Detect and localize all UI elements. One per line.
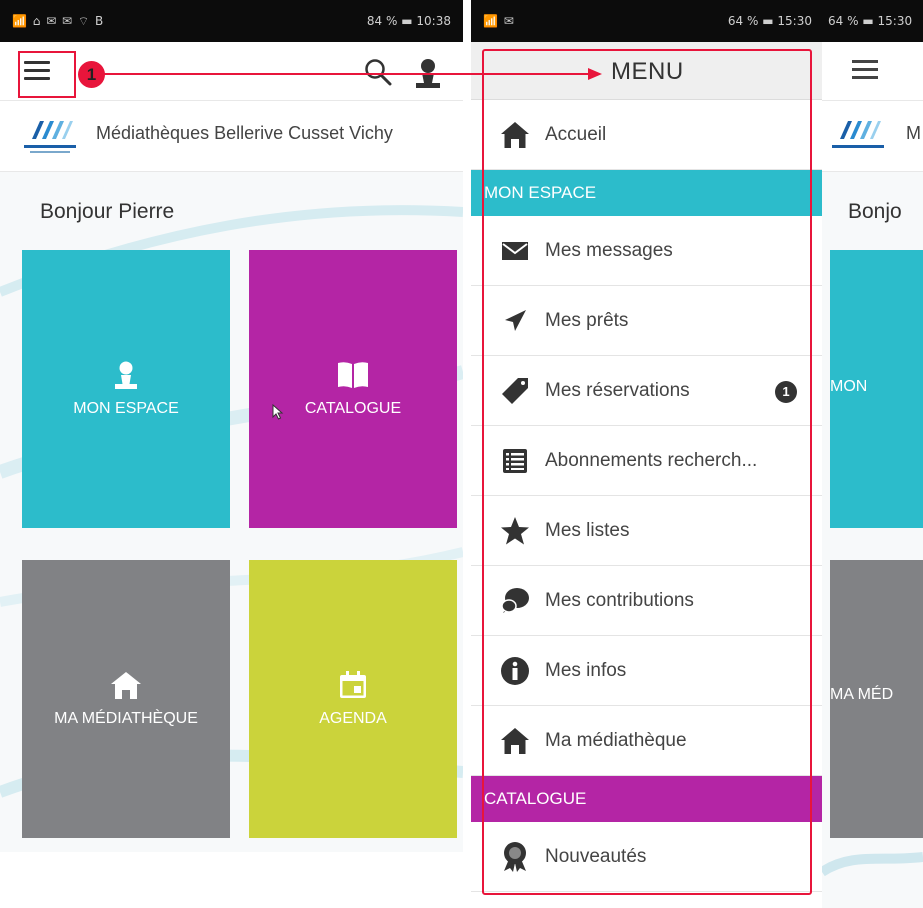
home-icon bbox=[111, 672, 141, 699]
status-icons: 📶 ⌂ ✉ ✉ ⌔ B bbox=[12, 13, 105, 28]
status-battery-time: 64 % ▬ 15:30 bbox=[728, 14, 812, 28]
brand-bar: M bbox=[822, 100, 923, 172]
home-screen: 📶 ⌂ ✉ ✉ ⌔ B 84 % ▬ 10:38 1 Médiathèques … bbox=[0, 0, 463, 852]
tile-label: MA MÉD bbox=[830, 686, 894, 703]
menu-item-contributions[interactable]: Mes contributions bbox=[471, 566, 824, 636]
battery-icon: ▬ bbox=[762, 14, 774, 28]
tile-label: MA MÉDIATHÈQUE bbox=[54, 710, 198, 727]
info-icon bbox=[499, 655, 531, 687]
status-bar: 📶 ⌂ ✉ ✉ ⌔ B 84 % ▬ 10:38 bbox=[0, 0, 463, 42]
menu-screen: 📶 ✉ 64 % ▬ 15:30 MENU Accueil MON ESPACE… bbox=[471, 0, 824, 908]
menu-item-abonnements[interactable]: Abonnements recherch... bbox=[471, 426, 824, 496]
envelope-icon bbox=[499, 235, 531, 267]
menu-list: Accueil MON ESPACE Mes messages Mes prêt… bbox=[471, 100, 824, 892]
calendar-icon bbox=[340, 671, 366, 698]
callout-badge: 1 bbox=[78, 61, 105, 88]
book-icon bbox=[338, 362, 368, 388]
battery-level: 64 % bbox=[727, 14, 759, 28]
brand-bar: Médiathèques Bellerive Cusset Vichy bbox=[0, 100, 463, 172]
menu-item-messages[interactable]: Mes messages bbox=[471, 216, 824, 286]
menu-item-label: Mes messages bbox=[545, 239, 673, 261]
battery-level: 64 % bbox=[828, 14, 859, 28]
library-logo bbox=[24, 121, 76, 153]
app-bar bbox=[822, 42, 923, 100]
menu-item-label: Mes listes bbox=[545, 519, 630, 541]
greeting-partial: Bonjo bbox=[848, 200, 902, 223]
tile-mon-espace[interactable]: MON ESPACE bbox=[22, 250, 230, 528]
status-bar: 📶 ✉ 64 % ▬ 15:30 bbox=[471, 0, 824, 42]
menu-title: MENU bbox=[611, 58, 684, 85]
library-logo bbox=[832, 121, 884, 148]
tile-label: AGENDA bbox=[319, 710, 387, 727]
menu-item-infos[interactable]: Mes infos bbox=[471, 636, 824, 706]
star-icon bbox=[499, 515, 531, 547]
reservations-count-badge: 1 bbox=[775, 381, 797, 403]
award-icon bbox=[499, 841, 531, 873]
hamburger-menu-icon[interactable] bbox=[850, 58, 880, 84]
status-icons: 📶 ✉ bbox=[483, 14, 515, 28]
status-time: 10:38 bbox=[416, 14, 451, 28]
library-name: Médiathèques Bellerive Cusset Vichy bbox=[96, 123, 393, 143]
tile-ma-mediatheque-partial[interactable]: MA MÉD bbox=[830, 560, 923, 838]
menu-item-label: Abonnements recherch... bbox=[545, 449, 758, 471]
menu-section-mon-espace: MON ESPACE bbox=[471, 170, 824, 216]
status-battery-time: 84 % ▬ 10:38 bbox=[367, 14, 451, 28]
menu-item-nouveautes[interactable]: Nouveautés bbox=[471, 822, 824, 892]
menu-item-label: Mes infos bbox=[545, 659, 627, 681]
search-icon[interactable] bbox=[363, 57, 393, 87]
comments-icon bbox=[499, 585, 531, 617]
menu-item-label: Mes prêts bbox=[545, 309, 629, 331]
user-account-icon[interactable] bbox=[413, 57, 443, 89]
tile-catalogue[interactable]: CATALOGUE bbox=[249, 250, 457, 528]
menu-item-label: Accueil bbox=[545, 123, 607, 145]
tile-label: MON bbox=[830, 378, 868, 395]
tag-icon bbox=[499, 375, 531, 407]
highlight-box bbox=[18, 51, 76, 98]
status-bar: 64 % ▬ 15:30 bbox=[822, 0, 923, 42]
battery-icon: ▬ bbox=[401, 14, 413, 28]
home-screen-partial: 64 % ▬ 15:30 M Bonjo MON MA MÉD bbox=[822, 0, 923, 908]
tile-agenda[interactable]: AGENDA bbox=[249, 560, 457, 838]
menu-item-prets[interactable]: Mes prêts bbox=[471, 286, 824, 356]
home-icon bbox=[499, 725, 531, 757]
status-battery-time: 64 % ▬ 15:30 bbox=[828, 14, 912, 28]
status-time: 15:30 bbox=[877, 14, 913, 28]
home-icon bbox=[499, 119, 531, 151]
library-name-partial: M bbox=[906, 123, 921, 143]
menu-item-listes[interactable]: Mes listes bbox=[471, 496, 824, 566]
greeting: Bonjour Pierre bbox=[40, 200, 175, 223]
menu-item-label: Mes réservations bbox=[545, 379, 690, 401]
tile-ma-mediatheque[interactable]: MA MÉDIATHÈQUE bbox=[22, 560, 230, 838]
menu-item-label: Ma médiathèque bbox=[545, 729, 687, 751]
menu-header: MENU bbox=[471, 42, 824, 100]
battery-level: 84 % bbox=[366, 14, 398, 28]
menu-item-label: Nouveautés bbox=[545, 845, 647, 867]
menu-item-label: Mes contributions bbox=[545, 589, 694, 611]
list-icon bbox=[499, 445, 531, 477]
menu-item-accueil[interactable]: Accueil bbox=[471, 100, 824, 170]
tile-label: CATALOGUE bbox=[304, 400, 402, 417]
person-icon bbox=[115, 361, 137, 389]
battery-icon: ▬ bbox=[862, 14, 874, 28]
menu-item-ma-mediatheque[interactable]: Ma médiathèque bbox=[471, 706, 824, 776]
menu-section-catalogue: CATALOGUE bbox=[471, 776, 824, 822]
paper-plane-icon bbox=[499, 305, 531, 337]
menu-item-reservations[interactable]: Mes réservations 1 bbox=[471, 356, 824, 426]
mouse-cursor-icon bbox=[272, 404, 284, 420]
status-time: 15:30 bbox=[777, 14, 812, 28]
tile-label: MON ESPACE bbox=[73, 400, 179, 417]
tile-mon-espace-partial[interactable]: MON bbox=[830, 250, 923, 528]
